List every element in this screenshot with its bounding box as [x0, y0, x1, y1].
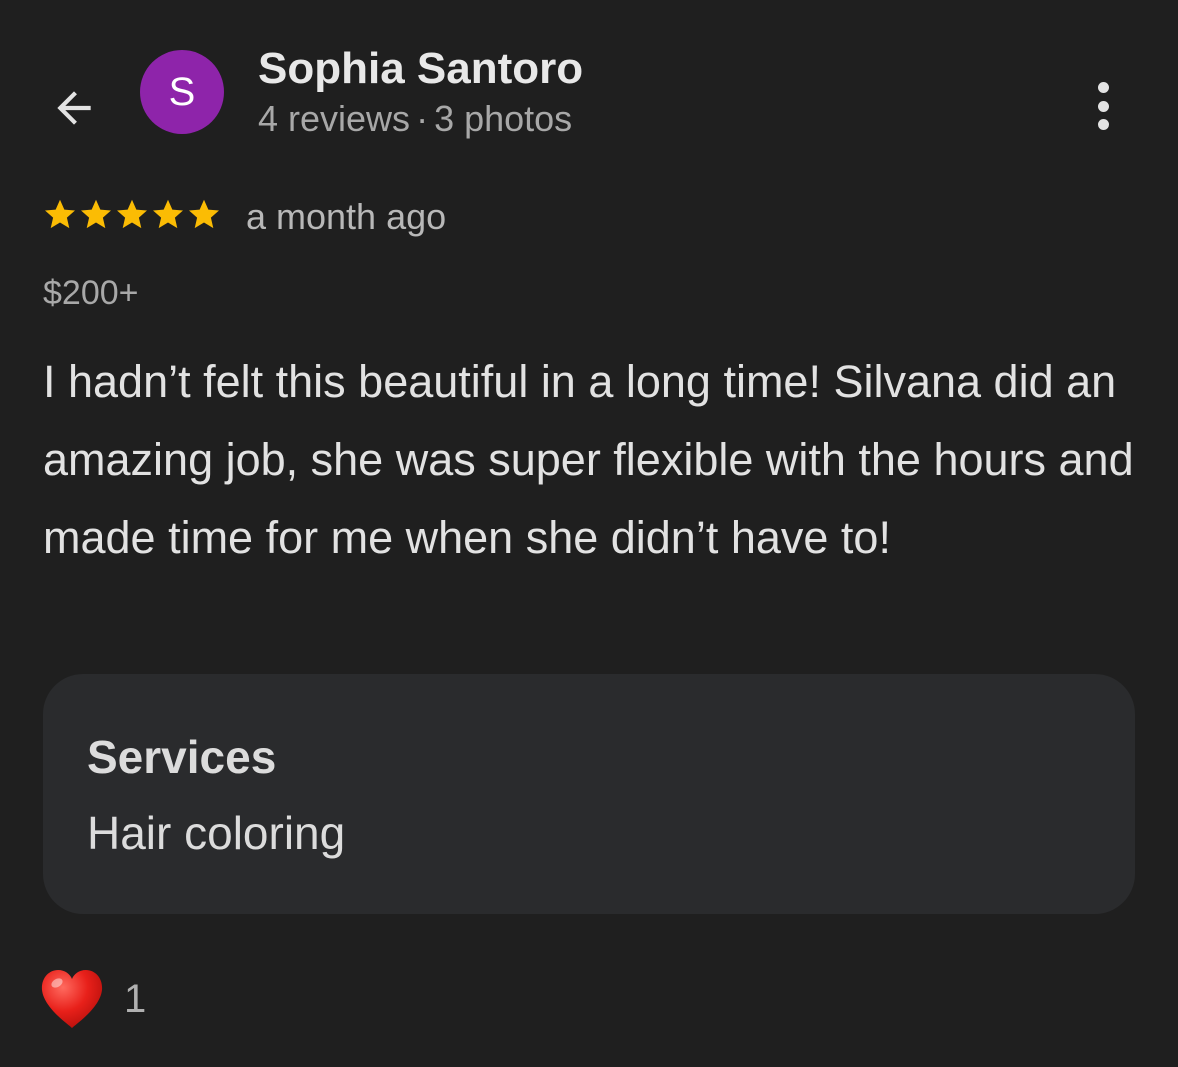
arrow-back-icon	[57, 91, 91, 125]
avatar[interactable]: S	[140, 50, 224, 134]
reviews-count: 4 reviews	[258, 98, 411, 139]
review-time: a month ago	[246, 196, 447, 237]
more-options-button[interactable]	[1078, 78, 1128, 134]
review-text: I hadn’t felt this beautiful in a long t…	[43, 356, 1134, 563]
services-card: Services Hair coloring	[43, 674, 1135, 914]
more-vert-icon	[1097, 82, 1109, 93]
price-range: $200+	[43, 274, 139, 312]
heart-icon	[41, 970, 103, 1028]
reaction-count: 1	[124, 976, 147, 1021]
star-icon	[117, 199, 147, 229]
user-name[interactable]: Sophia Santoro	[258, 44, 583, 94]
like-reaction-button[interactable]: 1	[40, 968, 146, 1030]
meta-separator: ·	[416, 98, 429, 139]
star-icon	[45, 199, 75, 229]
avatar-letter: S	[168, 70, 196, 114]
services-value: Hair coloring	[87, 807, 346, 859]
services-label: Services	[87, 731, 277, 783]
user-meta: 4 reviews · 3 photos	[258, 98, 572, 140]
photos-count: 3 photos	[434, 98, 573, 139]
star-icon	[189, 199, 219, 229]
star-rating	[42, 196, 222, 232]
back-button[interactable]	[44, 78, 104, 138]
star-icon	[153, 199, 183, 229]
star-icon	[81, 199, 111, 229]
